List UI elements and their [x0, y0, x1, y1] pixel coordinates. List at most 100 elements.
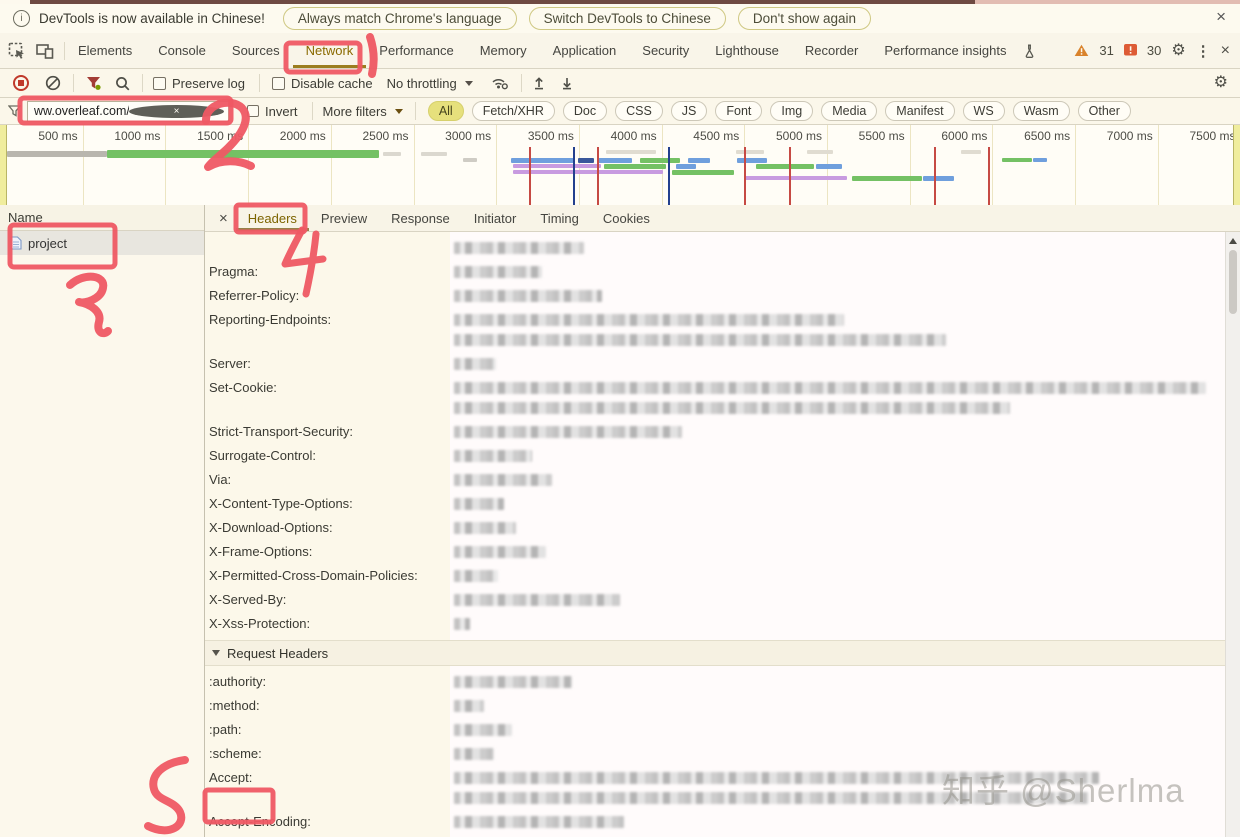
devtools-panel-tab[interactable]: Console	[145, 33, 219, 68]
detail-tab[interactable]: Headers	[236, 205, 309, 231]
tab-label: Performance insights	[884, 43, 1007, 58]
devtools-panel-tab[interactable]: Application	[540, 33, 630, 68]
header-row: :method:	[205, 696, 1226, 720]
record-network-log-icon[interactable]	[13, 75, 29, 91]
scrollbar-thumb[interactable]	[1229, 250, 1237, 314]
request-type-filter-pill[interactable]: Fetch/XHR	[471, 101, 555, 121]
waterfall-bar	[745, 176, 847, 180]
domcontentloaded-marker	[668, 147, 670, 205]
detail-tab[interactable]: Preview	[309, 205, 379, 231]
request-type-filter-pill[interactable]: Media	[821, 101, 878, 121]
detail-tab[interactable]: Response	[379, 205, 462, 231]
chevron-down-icon[interactable]	[394, 108, 403, 114]
devtools-panel-tab[interactable]: Sources	[219, 33, 293, 68]
headers-content[interactable]: Pragma: Referrer-Policy: Reporting-Endpo…	[205, 232, 1226, 837]
filter-text-value: ww.overleaf.com/project	[34, 104, 129, 118]
invert-checkbox[interactable]	[247, 105, 259, 117]
devtools-panel-tab[interactable]: Elements	[65, 33, 145, 68]
settings-gear-icon[interactable]: ⚙	[1171, 42, 1185, 59]
timeline-right-handle[interactable]	[1233, 125, 1240, 205]
request-type-filter-pill[interactable]: All	[427, 101, 464, 121]
request-headers-section-header[interactable]: Request Headers	[205, 640, 1226, 666]
issues-count[interactable]: 30	[1147, 43, 1161, 58]
header-row: Strict-Transport-Security:	[205, 422, 1226, 446]
warning-count[interactable]: 31	[1099, 43, 1113, 58]
clear-network-log-icon[interactable]	[45, 75, 61, 91]
devtools-panel-tab[interactable]: Recorder	[792, 33, 871, 68]
scroll-up-arrow-icon[interactable]	[1229, 238, 1237, 244]
request-type-filter-pill[interactable]: Font	[715, 101, 763, 121]
load-event-marker	[744, 147, 746, 205]
request-row[interactable]: project	[0, 231, 204, 255]
timeline-tick-label: 4000 ms	[610, 129, 657, 143]
request-type-filter-pill[interactable]: CSS	[615, 101, 663, 121]
more-options-icon[interactable]: ⋮	[1196, 42, 1211, 60]
waterfall-bar	[578, 158, 594, 163]
name-column-header[interactable]: Name	[0, 205, 204, 231]
tab-label: Recorder	[804, 43, 859, 58]
detail-tab[interactable]: Cookies	[591, 205, 662, 231]
devtools-panel-tab[interactable]: Security	[629, 33, 702, 68]
filter-icon[interactable]	[86, 76, 101, 90]
chevron-down-icon[interactable]	[464, 80, 473, 86]
request-type-filter-pill[interactable]: WS	[962, 101, 1005, 121]
request-type-filter-pill[interactable]: Manifest	[885, 101, 955, 121]
export-har-icon[interactable]	[560, 76, 574, 90]
detail-tab[interactable]: Initiator	[462, 205, 529, 231]
header-name: X-Permitted-Cross-Domain-Policies:	[209, 568, 418, 583]
network-settings-gear-icon[interactable]: ⚙	[1214, 75, 1228, 91]
request-type-filter-pill[interactable]: Wasm	[1012, 101, 1070, 121]
warning-icon[interactable]	[1074, 44, 1089, 57]
devtools-panel-tab[interactable]: Lighthouse	[702, 33, 792, 68]
waterfall-bar	[1002, 158, 1032, 162]
network-overview-timeline[interactable]: 500 ms 1000 ms 1500 ms 2000 ms 2500 ms 3…	[0, 125, 1240, 206]
load-event-marker	[934, 147, 936, 205]
more-filters-button[interactable]: More filters	[323, 104, 387, 119]
devtools-panel-tab[interactable]: Memory	[467, 33, 540, 68]
notification-action-button[interactable]: Switch DevTools to Chinese	[528, 7, 726, 30]
domcontentloaded-marker	[573, 147, 575, 205]
request-type-filter-pill[interactable]: Img	[770, 101, 814, 121]
waterfall-bar	[756, 164, 814, 169]
notification-action-button[interactable]: Always match Chrome's language	[282, 7, 517, 30]
document-icon	[10, 236, 22, 250]
device-toolbar-icon[interactable]	[36, 43, 54, 59]
network-conditions-icon[interactable]	[491, 76, 509, 90]
header-row: X-Permitted-Cross-Domain-Policies:	[205, 566, 1226, 590]
timeline-tick-label: 6500 ms	[1024, 129, 1071, 143]
detail-tab[interactable]: Timing	[528, 205, 591, 231]
request-type-filter-pill[interactable]: Doc	[562, 101, 608, 121]
close-detail-icon[interactable]: ×	[219, 210, 228, 227]
request-detail-panel: × Headers Preview Response Initiator Timing C…	[205, 205, 1240, 837]
request-type-filter-pill[interactable]: Other	[1077, 101, 1131, 121]
inspect-element-icon[interactable]	[8, 42, 26, 60]
devtools-tabbar: Elements Console Sources Network Performance…	[0, 33, 1240, 69]
redacted-header-value	[454, 354, 496, 378]
notification-close-icon[interactable]: ×	[1216, 7, 1226, 27]
timeline-left-handle[interactable]	[0, 125, 7, 205]
header-row: X-Served-By:	[205, 590, 1226, 614]
divider	[258, 74, 260, 92]
devtools-panel-tab[interactable]: Network	[293, 33, 367, 68]
header-row: Reporting-Endpoints:	[205, 310, 1226, 354]
close-devtools-icon[interactable]: ×	[1221, 42, 1230, 60]
header-name: X-Download-Options:	[209, 520, 333, 535]
waterfall-bar	[737, 158, 767, 163]
search-icon[interactable]	[115, 76, 130, 91]
notification-action-button[interactable]: Don't show again	[737, 7, 872, 30]
request-type-filter-pill[interactable]: JS	[670, 101, 708, 121]
header-name: Pragma:	[209, 264, 259, 279]
waterfall-bar	[421, 152, 447, 156]
devtools-panel-tab[interactable]: Performance	[366, 33, 466, 68]
import-har-icon[interactable]	[532, 76, 546, 90]
timeline-tick-label: 3500 ms	[527, 129, 574, 143]
throttling-select[interactable]: No throttling	[387, 76, 457, 91]
clear-filter-icon[interactable]: ×	[129, 104, 224, 118]
preserve-log-checkbox[interactable]	[153, 76, 166, 90]
disable-cache-checkbox[interactable]	[271, 76, 285, 90]
devtools-panel-tab[interactable]: Performance insights	[871, 33, 1019, 68]
issues-icon[interactable]	[1123, 44, 1137, 57]
vertical-scrollbar[interactable]	[1225, 232, 1240, 837]
tab-label: Sources	[231, 43, 280, 58]
filter-text-input[interactable]: ww.overleaf.com/project ×	[27, 100, 229, 122]
